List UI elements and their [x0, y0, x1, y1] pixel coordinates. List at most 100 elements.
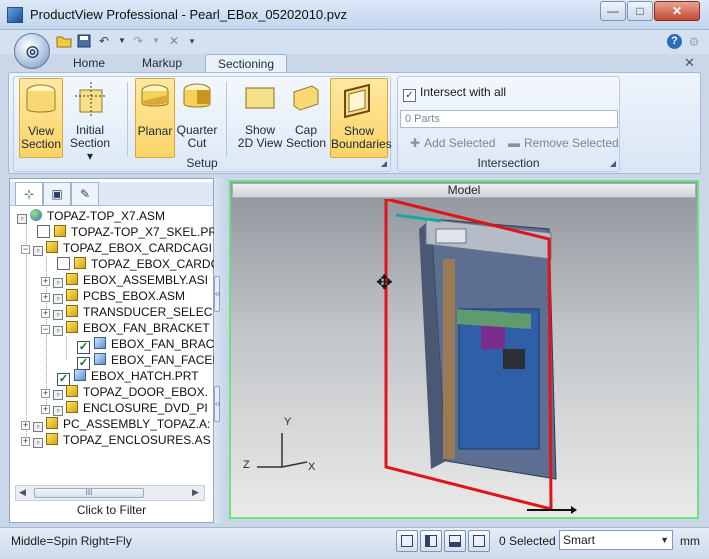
click-to-filter[interactable]: Click to Filter: [10, 503, 213, 517]
collapse-panel-handle[interactable]: ‹›: [214, 386, 220, 422]
expand-icon[interactable]: +: [21, 421, 30, 430]
expand-icon[interactable]: +: [41, 405, 50, 414]
window-title: ProductView Professional - Pearl_EBox_05…: [30, 7, 348, 22]
layout-split-horizontal-icon: [449, 535, 461, 547]
tab-sectioning[interactable]: Sectioning: [205, 54, 287, 73]
save-icon[interactable]: [76, 33, 92, 49]
assembly-cube-icon: [66, 385, 78, 397]
tree-item-label: EBOX_FAN_BRAC: [111, 337, 215, 351]
app-orb-icon: ◎: [26, 43, 40, 60]
undo-icon[interactable]: ↶: [96, 33, 112, 49]
unchecked-box-icon[interactable]: [57, 257, 70, 270]
tree-item-label: PC_ASSEMBLY_TOPAZ.A:: [63, 417, 211, 431]
intersection-group-label: Intersection: [477, 156, 540, 170]
unchecked-box-icon[interactable]: [37, 225, 50, 238]
tree-item-root[interactable]: ▫ TOPAZ-TOP_X7.ASM: [17, 209, 165, 225]
customize-icon[interactable]: ▾: [184, 33, 200, 49]
layout-blank-button[interactable]: [468, 530, 490, 552]
tree-item[interactable]: + ▫ TOPAZ_ENCLOSURES.AS: [21, 433, 211, 449]
tree-item-label: EBOX_FAN_FACEI: [111, 353, 216, 367]
show-boundaries-button[interactable]: Show Boundaries: [330, 78, 392, 158]
visibility-icon[interactable]: ▫: [53, 326, 63, 336]
cap-section-button[interactable]: Cap Section: [286, 78, 326, 158]
models-icon: ▣: [51, 187, 63, 201]
help-icon[interactable]: ?: [667, 34, 682, 49]
tab-home[interactable]: Home: [64, 54, 114, 73]
tree-item[interactable]: TOPAZ-TOP_X7_SKEL.PR: [37, 225, 217, 241]
panel-splitter[interactable]: [214, 178, 228, 523]
settings-icon[interactable]: ⚙: [686, 34, 702, 50]
tree-item[interactable]: − ▫ TOPAZ_EBOX_CARDCAGI: [21, 241, 212, 257]
parts-field[interactable]: [400, 110, 618, 128]
setup-launcher-icon[interactable]: ◢: [381, 159, 387, 168]
visibility-icon[interactable]: ▫: [53, 406, 63, 416]
layout-split-horizontal-button[interactable]: [444, 530, 466, 552]
tree-item[interactable]: + ▫ ENCLOSURE_DVD_PI: [41, 401, 208, 417]
view-section-button[interactable]: View Section: [19, 78, 63, 158]
redo-dropdown-icon[interactable]: ▼: [148, 33, 164, 49]
tree-item[interactable]: + ▫ TOPAZ_DOOR_EBOX.: [41, 385, 208, 401]
scroll-left-icon[interactable]: ◀: [19, 487, 26, 498]
application-button[interactable]: ◎: [14, 33, 50, 69]
add-selected-button[interactable]: ✚ Add Selected: [410, 136, 495, 150]
close-ribbon-icon[interactable]: ✕: [684, 55, 695, 71]
scroll-right-icon[interactable]: ▶: [192, 487, 199, 498]
planar-label: Planar: [137, 124, 173, 138]
tree-horizontal-scrollbar[interactable]: ◀ III ▶: [15, 485, 205, 501]
intersect-with-all-checkbox[interactable]: ✓ Intersect with all: [403, 85, 506, 102]
redo-icon[interactable]: ↷: [130, 33, 146, 49]
tab-structure-tree[interactable]: ⊹: [15, 182, 43, 206]
visibility-icon[interactable]: ▫: [53, 310, 63, 320]
open-folder-icon[interactable]: [56, 33, 72, 49]
show-2d-view-button[interactable]: Show 2D View: [236, 78, 284, 158]
checkbox-checked-icon[interactable]: ✓: [403, 89, 416, 102]
expand-icon[interactable]: +: [41, 389, 50, 398]
tree-item[interactable]: + ▫ PCBS_EBOX.ASM: [41, 289, 185, 305]
visibility-icon[interactable]: ▫: [53, 278, 63, 288]
layout-split-vertical-button[interactable]: [420, 530, 442, 552]
quarter-cut-button[interactable]: Quarter Cut: [176, 78, 218, 158]
remove-selected-button[interactable]: ▬ Remove Selected: [508, 136, 619, 150]
planar-button[interactable]: Planar: [135, 78, 175, 158]
visibility-icon[interactable]: ▫: [53, 294, 63, 304]
tree-item[interactable]: − ▫ EBOX_FAN_BRACKET: [41, 321, 210, 337]
tree-item-label: EBOX_HATCH.PRT: [91, 369, 199, 383]
selection-mode-select[interactable]: Smart ▼: [559, 530, 673, 550]
intersection-launcher-icon[interactable]: ◢: [610, 159, 616, 168]
expand-icon[interactable]: +: [41, 293, 50, 302]
visibility-icon[interactable]: ▫: [33, 438, 43, 448]
maximize-button[interactable]: □: [627, 1, 653, 21]
initial-section-button[interactable]: Initial Section ▾: [67, 78, 113, 163]
collapse-icon[interactable]: −: [21, 245, 30, 254]
tree-item[interactable]: + ▫ PC_ASSEMBLY_TOPAZ.A:: [21, 417, 210, 433]
planar-icon: [141, 84, 169, 107]
visibility-icon[interactable]: ▫: [53, 390, 63, 400]
minimize-button[interactable]: —: [600, 1, 626, 21]
tree-item[interactable]: ✓ EBOX_HATCH.PRT: [57, 369, 199, 386]
layout-single-button[interactable]: [396, 530, 418, 552]
visibility-icon[interactable]: ▫: [17, 214, 27, 224]
close-button[interactable]: ✕: [654, 1, 700, 21]
tree-item[interactable]: + ▫ TRANSDUCER_SELEC: [41, 305, 212, 321]
expand-icon[interactable]: +: [41, 277, 50, 286]
undo-dropdown-icon[interactable]: ▼: [114, 33, 130, 49]
selection-count: 0 Selected: [499, 534, 556, 548]
tree-item[interactable]: ✓ EBOX_FAN_BRAC: [77, 337, 215, 354]
collapse-panel-handle[interactable]: ‹›: [214, 276, 220, 312]
tree-item[interactable]: + ▫ EBOX_ASSEMBLY.ASI: [41, 273, 208, 289]
visibility-icon[interactable]: ▫: [33, 246, 43, 256]
collapse-icon[interactable]: −: [41, 325, 50, 334]
tab-models[interactable]: ▣: [43, 182, 71, 206]
tab-markup[interactable]: Markup: [134, 54, 190, 73]
delete-icon[interactable]: ✕: [166, 33, 182, 49]
expand-icon[interactable]: +: [21, 437, 30, 446]
visibility-icon[interactable]: ▫: [33, 422, 43, 432]
ribbon-separator: [127, 82, 128, 156]
tab-markup-list[interactable]: ✎: [71, 182, 99, 206]
tree-item[interactable]: TOPAZ_EBOX_CARDC: [57, 257, 219, 273]
tree-item[interactable]: ✓ EBOX_FAN_FACEI: [77, 353, 216, 370]
expand-icon[interactable]: +: [41, 309, 50, 318]
app-icon: [7, 7, 23, 23]
scroll-thumb[interactable]: III: [34, 488, 144, 498]
move-cursor-icon: ✥: [376, 272, 393, 294]
